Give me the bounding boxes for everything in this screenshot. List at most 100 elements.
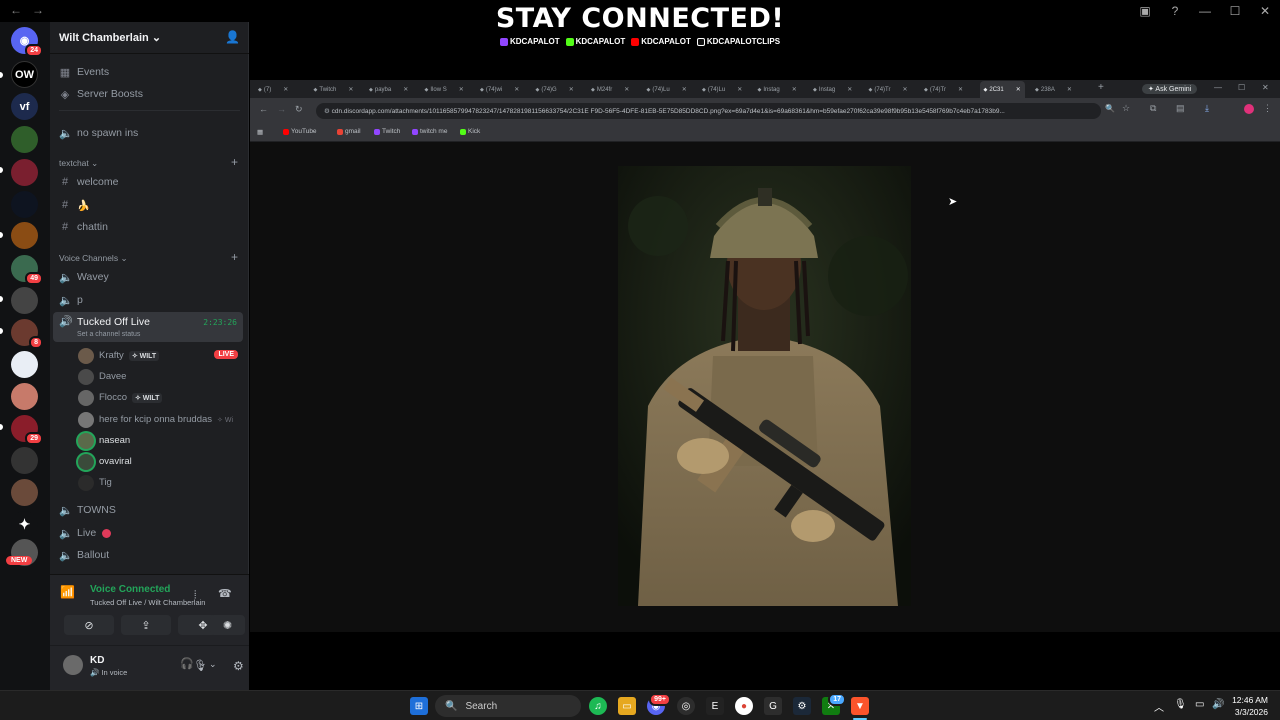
bookmark-kick[interactable]: Kick (460, 128, 480, 135)
browser-maximize-button[interactable]: ☐ (1238, 83, 1245, 92)
tab-close-icon[interactable]: ✕ (902, 86, 907, 93)
browser-tab[interactable]: ◆ (74)Lu ✕ (647, 83, 687, 96)
bookmark-star-icon[interactable]: ☆ (1122, 103, 1130, 114)
voice-channel-live[interactable]: 🔈 Live (59, 523, 243, 543)
server-icon[interactable] (11, 351, 38, 378)
events-item[interactable]: ▦ Events (59, 62, 243, 82)
server-icon[interactable] (11, 447, 38, 474)
noise-suppression-icon[interactable]: ⦙ (194, 589, 196, 602)
disconnect-icon[interactable]: ☎ (218, 587, 232, 600)
browser-tab[interactable]: ◆ (74)Lu ✕ (702, 83, 742, 96)
xbox-icon[interactable]: ✕ 17 (822, 693, 846, 715)
tab-close-icon[interactable]: ✕ (1067, 86, 1072, 93)
screen-share-button[interactable]: ⇪ (121, 615, 171, 635)
ask-gemini-button[interactable]: ✦ Ask Gemini (1142, 84, 1198, 94)
voice-channel-wavey[interactable]: 🔈 Wavey (59, 267, 243, 287)
voice-user[interactable]: ovaviral (78, 451, 132, 472)
browser-tab[interactable]: ◆ 2C31 ✕ (979, 81, 1025, 98)
category-voice-channels[interactable]: Voice Channels ⌄ (59, 253, 128, 264)
tab-close-icon[interactable]: ✕ (1016, 86, 1021, 93)
camera-off-button[interactable]: ⊘ (64, 615, 114, 635)
tab-close-icon[interactable]: ✕ (348, 86, 353, 93)
tab-close-icon[interactable]: ✕ (792, 86, 797, 93)
browser-close-button[interactable]: ✕ (1262, 83, 1269, 92)
browser-minimize-button[interactable]: — (1214, 83, 1222, 92)
channel-no-spawn-ins[interactable]: 🔈 no spawn ins (59, 123, 243, 143)
soldier-photo[interactable] (618, 166, 911, 606)
browser-tab[interactable]: ◆ (74)wi ✕ (480, 83, 519, 96)
voice-location[interactable]: Tucked Off Live / Wilt Chamberlain (90, 598, 205, 607)
user-name[interactable]: KD (90, 655, 104, 666)
server-vf[interactable]: vf (11, 93, 38, 120)
browser-tab[interactable]: ◆ Ilow S ✕ (425, 83, 464, 96)
browser-tab[interactable]: ◆ M24fr ✕ (591, 83, 629, 96)
tab-close-icon[interactable]: ✕ (682, 86, 687, 93)
voice-user[interactable]: here for kcip onna bruddas ✧ Wi (78, 409, 233, 430)
headphones-icon[interactable]: 🎧 (180, 657, 194, 670)
voice-channel-tucked-off-live[interactable]: 🔊 Tucked Off Live 2:23:26 Set a channel … (53, 312, 243, 342)
epic-games-icon[interactable]: E (706, 697, 724, 715)
start-button[interactable]: ⊞ (410, 697, 428, 715)
server-icon[interactable] (11, 126, 38, 153)
url-input[interactable]: ⚙ cdn.discordapp.com/attachments/1011658… (316, 103, 1101, 119)
download-icon[interactable]: ⤓ (1205, 103, 1209, 114)
bookmark-youtube[interactable]: YouTube (283, 128, 317, 135)
browser-tab[interactable]: ◆ (7) ✕ (258, 83, 288, 96)
kebab-menu-icon[interactable]: ⋮ (1263, 103, 1272, 114)
steam-icon[interactable]: ⚙ (793, 697, 811, 715)
browser-tab[interactable]: ◆ (74)G ✕ (536, 83, 574, 96)
tab-close-icon[interactable]: ✕ (847, 86, 852, 93)
voice-channel-towns[interactable]: 🔈 TOWNS (59, 500, 243, 520)
server-icon[interactable] (11, 159, 38, 186)
chevron-down-icon[interactable]: ⌄ (199, 658, 207, 669)
maximize-button[interactable]: ☐ (1220, 0, 1250, 22)
tray-chevron-icon[interactable]: ︿ (1154, 699, 1164, 714)
server-icon[interactable]: 49 (11, 255, 43, 285)
forward-icon[interactable]: → (277, 104, 286, 114)
browser-tab[interactable]: ◆ 238A ✕ (1035, 83, 1072, 96)
tab-close-icon[interactable]: ✕ (569, 86, 574, 93)
soundboard-button[interactable]: ✺ (210, 615, 245, 635)
signal-icon[interactable]: 📶 (60, 585, 75, 599)
volume-icon[interactable]: 🔊 (1212, 699, 1224, 710)
voice-user[interactable]: Davee (78, 366, 126, 387)
voice-status[interactable]: Voice Connected (90, 584, 170, 595)
channel-status[interactable]: Set a channel status (77, 331, 140, 338)
tab-close-icon[interactable]: ✕ (958, 86, 963, 93)
inbox-icon[interactable]: ▣ (1130, 0, 1160, 22)
tab-close-icon[interactable]: ✕ (737, 86, 742, 93)
server-icon[interactable] (11, 191, 38, 218)
tab-close-icon[interactable]: ✕ (283, 86, 288, 93)
chevron-down-icon[interactable]: ⌄ (209, 659, 217, 670)
tab-close-icon[interactable]: ✕ (403, 86, 408, 93)
channel-welcome[interactable]: # welcome (59, 172, 243, 192)
voice-user[interactable]: Tig (78, 472, 112, 493)
bookmark-twitch[interactable]: Twitch (374, 128, 400, 135)
brave-icon[interactable]: ▼ (851, 697, 869, 715)
guild-name[interactable]: Wilt Chamberlain ⌄ (59, 31, 161, 44)
browser-tab[interactable]: ◆ Twitch ✕ (314, 83, 354, 96)
channel-chattin[interactable]: # chattin (59, 217, 243, 237)
server-icon[interactable] (11, 287, 38, 314)
bookmark-gmail[interactable]: gmail (337, 128, 361, 135)
file-explorer-icon[interactable]: ▭ (618, 697, 636, 715)
discord-home-icon[interactable]: ◉ 24 (11, 27, 43, 57)
server-icon[interactable] (11, 222, 38, 249)
browser-tab[interactable]: ◆ (74)Tr ✕ (924, 83, 963, 96)
browser-tab[interactable]: ◆ Instag ✕ (813, 83, 852, 96)
sidebar-icon[interactable]: ▤ (1176, 103, 1185, 114)
tab-close-icon[interactable]: ✕ (514, 86, 519, 93)
add-channel-icon[interactable]: + (231, 155, 238, 169)
voice-user[interactable]: nasean (78, 430, 130, 451)
channel-emoji[interactable]: # 🍌 (59, 195, 243, 215)
new-tab-button[interactable]: + (1098, 82, 1104, 93)
browser-tab[interactable]: ◆ Instag ✕ (758, 83, 797, 96)
minimize-button[interactable]: — (1190, 0, 1220, 22)
add-channel-icon[interactable]: + (231, 250, 238, 264)
zoom-icon[interactable]: 🔍 (1105, 104, 1115, 113)
reload-icon[interactable]: ↻ (295, 104, 303, 115)
back-arrow-icon[interactable]: ← (10, 3, 22, 17)
server-boosts-item[interactable]: ◈ Server Boosts (59, 84, 243, 104)
extensions-icon[interactable]: ⧉ (1150, 103, 1156, 114)
server-ow[interactable]: OW (11, 61, 38, 88)
